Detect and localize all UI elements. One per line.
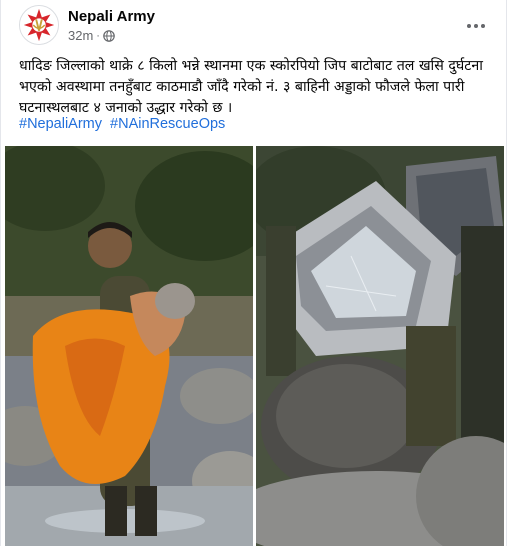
page-name-link[interactable]: Nepali Army (68, 8, 155, 25)
crashed-suv-photo-image (256, 146, 504, 546)
hashtag-nepali-army[interactable]: #NepaliArmy (19, 116, 102, 132)
post-timestamp[interactable]: 32m (68, 28, 93, 43)
more-options-dot (481, 24, 485, 28)
hashtag-list: #NepaliArmy #NAinRescueOps (19, 116, 229, 132)
hashtag-na-rescue-ops[interactable]: #NAinRescueOps (110, 116, 225, 132)
globe-icon[interactable] (103, 29, 115, 42)
more-options-dot (474, 24, 478, 28)
post-header: Nepali Army 32m · (1, 0, 506, 54)
meta-separator: · (96, 29, 100, 42)
nepali-army-emblem-icon (20, 6, 58, 44)
more-options-icon (467, 24, 471, 28)
photo-soldier-carrying-woman[interactable] (5, 146, 253, 546)
photo-grid (5, 146, 504, 546)
photo-crashed-suv[interactable] (256, 146, 504, 546)
post-card: Nepali Army 32m · धादिङ जिल्लाको थाक्रे … (0, 0, 507, 546)
soldier-rescue-photo-image (5, 146, 253, 546)
more-options-button[interactable] (462, 12, 490, 40)
post-meta: 32m · (68, 28, 115, 43)
page-avatar[interactable] (19, 5, 59, 45)
post-text: धादिङ जिल्लाको थाक्रे ८ किलो भन्ने स्थान… (19, 58, 483, 116)
